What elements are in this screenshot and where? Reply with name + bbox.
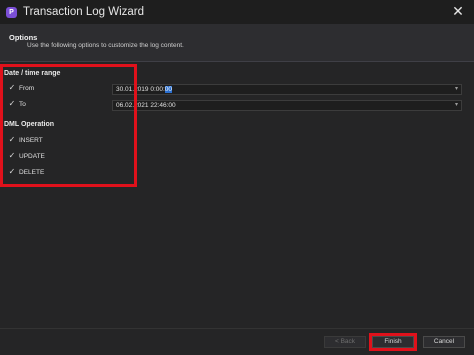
cancel-button[interactable]: Cancel: [423, 336, 465, 348]
highlight-box: [0, 64, 137, 187]
title-bar: P Transaction Log Wizard ✕: [0, 0, 474, 24]
page-description: Use the following options to customize t…: [27, 42, 184, 49]
close-icon[interactable]: ✕: [450, 3, 466, 19]
finish-highlight-box: [369, 333, 417, 351]
back-button[interactable]: < Back: [324, 336, 366, 348]
chevron-down-icon[interactable]: ▾: [455, 85, 458, 92]
app-logo-icon: P: [6, 6, 17, 18]
wizard-header: Options Use the following options to cus…: [0, 24, 474, 62]
window-title: Transaction Log Wizard: [23, 6, 145, 18]
chevron-down-icon[interactable]: ▾: [455, 101, 458, 108]
from-datetime-input[interactable]: 30.01.2019 0:00:00 ▾: [112, 84, 462, 95]
to-datetime-input[interactable]: 06.02.2021 22:46:00 ▾: [112, 100, 462, 111]
footer-divider: [0, 328, 474, 329]
page-title: Options: [9, 33, 38, 42]
